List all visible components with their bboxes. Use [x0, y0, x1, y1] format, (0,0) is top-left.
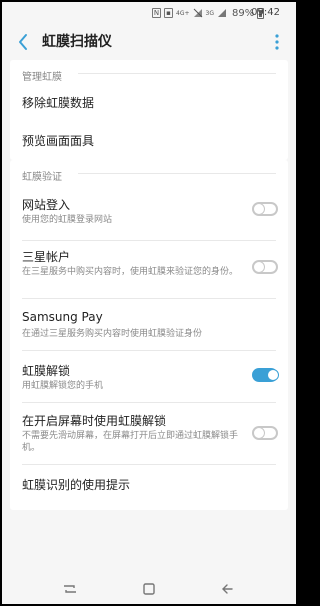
- samsung-pay-subtitle: 在通过三星服务购买内容时使用虹膜验证身份: [22, 329, 203, 339]
- status-bar: N ▪ 4G+ 3G 89% 09:42: [2, 2, 296, 24]
- app-bar: 虹膜扫描仪: [2, 24, 296, 60]
- screen-on-unlock-toggle[interactable]: [252, 426, 278, 440]
- status-time: 09:42: [251, 7, 280, 18]
- wifi-off-icon: [193, 8, 202, 18]
- iris-tips-item[interactable]: 虹膜识别的使用提示: [22, 476, 130, 493]
- section-title-verify: 虹膜验证: [22, 172, 62, 183]
- divider: [78, 173, 276, 174]
- divider: [22, 464, 276, 465]
- screen-on-unlock-subtitle: 不需要先滑动屏幕，在屏幕打开后立即通过虹膜解锁手机。: [22, 431, 239, 453]
- recents-icon[interactable]: [60, 581, 80, 597]
- iris-unlock-toggle[interactable]: [252, 368, 278, 382]
- divider: [78, 73, 276, 74]
- status-icons: N ▪ 4G+ 3G 89%: [152, 7, 265, 19]
- divider: [22, 298, 276, 299]
- samsung-account-subtitle: 在三星服务中购买内容时，使用虹膜来验证您的身份。: [22, 267, 239, 277]
- iris-verification-card: 虹膜验证 网站登入 使用您的虹膜登录网站 三星帐户 在三星服务中购买内容时，使用…: [10, 160, 288, 510]
- navigation-bar: [2, 574, 296, 604]
- screen: N ▪ 4G+ 3G 89% 09:42 虹膜扫描仪 管理虹膜 移除虹膜数据 预…: [2, 2, 296, 604]
- 4g-plus-icon: 4G+: [176, 9, 190, 17]
- web-login-title[interactable]: 网站登入: [22, 196, 70, 213]
- sim-icon: ▪: [164, 8, 173, 18]
- manage-iris-card: 管理虹膜 移除虹膜数据 预览画面面具: [10, 60, 288, 160]
- web-login-subtitle: 使用您的虹膜登录网站: [22, 215, 113, 225]
- samsung-account-title[interactable]: 三星帐户: [22, 248, 70, 265]
- page-title: 虹膜扫描仪: [42, 34, 112, 50]
- home-icon[interactable]: [139, 581, 159, 597]
- samsung-pay-title[interactable]: Samsung Pay: [22, 310, 103, 324]
- samsung-account-toggle[interactable]: [252, 260, 278, 274]
- divider: [22, 240, 276, 241]
- web-login-toggle[interactable]: [252, 202, 278, 216]
- back-icon[interactable]: [218, 581, 238, 597]
- back-arrow-icon[interactable]: [14, 32, 34, 52]
- divider: [22, 402, 276, 403]
- iris-unlock-title[interactable]: 虹膜解锁: [22, 362, 70, 379]
- more-vert-icon[interactable]: [272, 32, 282, 52]
- divider: [22, 350, 276, 351]
- section-title-manage: 管理虹膜: [22, 72, 62, 83]
- 3g-icon: 3G: [205, 9, 214, 17]
- remove-iris-data-item[interactable]: 移除虹膜数据: [22, 94, 94, 111]
- signal-icon: [217, 9, 226, 17]
- iris-unlock-subtitle: 用虹膜解锁您的手机: [22, 381, 104, 391]
- screen-on-unlock-title[interactable]: 在开启屏幕时使用虹膜解锁: [22, 412, 166, 429]
- nfc-icon: N: [152, 8, 161, 18]
- preview-mask-item[interactable]: 预览画面面具: [22, 132, 94, 149]
